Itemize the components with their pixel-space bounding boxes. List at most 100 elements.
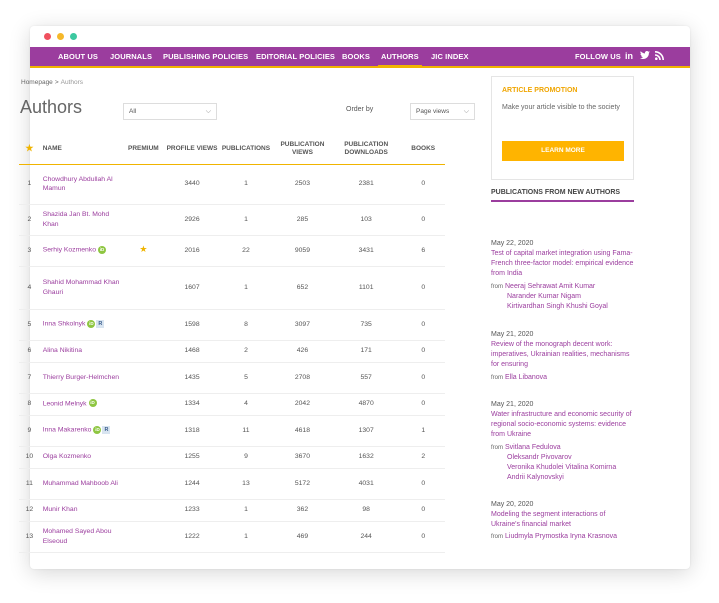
publication-downloads-cell: 1307 xyxy=(330,415,402,447)
author-name-link[interactable]: Muhammad Mahboob Ali xyxy=(43,480,118,487)
table-row[interactable]: 5 Inna Shkolnyk iD R 1598 8 3097 735 0 xyxy=(19,309,445,341)
author-name-cell[interactable]: Alina Nikitina xyxy=(39,340,121,363)
table-row[interactable]: 13 Mohamed Sayed Abou Elseoud 1222 1 469 244 0 xyxy=(19,521,445,553)
table-row[interactable]: 10 Olga Kozmenko 1255 9 3670 1632 2 xyxy=(19,446,445,469)
window-titlebar xyxy=(30,26,690,47)
researcherid-icon[interactable]: R xyxy=(102,425,111,434)
publication-author-link[interactable]: Veronika Khudolei Vitalina Komirna xyxy=(507,464,616,471)
publication-downloads-cell: 3431 xyxy=(330,235,402,267)
publication-title-link[interactable]: Water infrastructure and economic securi… xyxy=(491,410,636,441)
publication-author-link[interactable]: Kirtivardhan Singh Khushi Goyal xyxy=(507,303,608,310)
orcid-icon[interactable]: iD xyxy=(93,425,102,434)
table-row[interactable]: 9 Inna Makarenko iD R 1318 11 4618 1307 1 xyxy=(19,415,445,447)
books-header[interactable]: BOOKS xyxy=(401,135,445,165)
author-name-cell[interactable]: Shazida Jan Bt. Mohd Khan xyxy=(39,204,121,236)
nav-item-publishing-policies[interactable]: PUBLISHING POLICIES xyxy=(163,47,248,66)
orcid-icon[interactable]: iD xyxy=(98,245,106,254)
nav-item-authors[interactable]: AUTHORS xyxy=(378,47,422,67)
nav-item-jic-index[interactable]: JIC INDEX xyxy=(431,47,469,66)
table-row[interactable]: 12 Munir Khan 1233 1 362 98 0 xyxy=(19,499,445,522)
rank-cell: 13 xyxy=(19,521,40,553)
books-cell: 0 xyxy=(401,521,445,553)
name-header[interactable]: NAME xyxy=(39,135,121,165)
author-name-link[interactable]: Thierry Burger-Helmchen xyxy=(43,374,119,381)
author-name-link[interactable]: Leonid Melnyk xyxy=(43,401,87,408)
author-name-cell[interactable]: Shahid Mohammad Khan Ghauri xyxy=(39,266,121,310)
publication-author-link[interactable]: Neeraj Sehrawat Amit Kumar xyxy=(505,283,595,290)
minimize-window-icon[interactable] xyxy=(57,33,64,40)
table-row[interactable]: 6 Alina Nikitina 1468 2 426 171 0 xyxy=(19,340,445,363)
publications-cell: 2 xyxy=(217,340,274,363)
publication-downloads-header[interactable]: PUBLICATION DOWNLOADS xyxy=(330,135,402,165)
breadcrumb-home[interactable]: Homepage xyxy=(21,79,53,86)
publication-title-link[interactable]: Review of the monograph decent work: imp… xyxy=(491,340,636,371)
publication-date: May 21, 2020 xyxy=(491,401,534,408)
author-name-cell[interactable]: Leonid Melnyk iD xyxy=(39,393,121,416)
publication-author-link[interactable]: Ella Libanova xyxy=(505,374,547,381)
author-name-link[interactable]: Shazida Jan Bt. Mohd Khan xyxy=(43,211,110,228)
profile-views-cell: 1607 xyxy=(166,266,218,310)
profile-views-header[interactable]: PROFILE VIEWS xyxy=(166,135,218,165)
author-name-link[interactable]: Olga Kozmenko xyxy=(43,453,91,460)
author-name-cell[interactable]: Olga Kozmenko xyxy=(39,446,121,469)
author-name-cell[interactable]: Inna Makarenko iD R xyxy=(39,415,121,447)
author-name-cell[interactable]: Munir Khan xyxy=(39,499,121,522)
nav-item-editorial-policies[interactable]: EDITORIAL POLICIES xyxy=(256,47,335,66)
author-name-link[interactable]: Mohamed Sayed Abou Elseoud xyxy=(43,528,112,545)
rss-icon[interactable] xyxy=(655,51,664,63)
author-name-cell[interactable]: Thierry Burger-Helmchen xyxy=(39,362,121,394)
table-row[interactable]: 11 Muhammad Mahboob Ali 1244 13 5172 4031 0 xyxy=(19,468,445,500)
linkedin-icon[interactable]: in xyxy=(625,51,633,62)
table-row[interactable]: 1 Chowdhury Abdullah Al Mamun 3440 1 2503 238… xyxy=(19,164,445,205)
table-row[interactable]: 4 Shahid Mohammad Khan Ghauri 1607 1 652 1101… xyxy=(19,266,445,310)
publication-author-link[interactable]: Narander Kumar Nigam xyxy=(507,293,581,300)
author-name-link[interactable]: Inna Shkolnyk xyxy=(43,321,86,328)
author-name-link[interactable]: Shahid Mohammad Khan Ghauri xyxy=(43,279,120,296)
books-cell: 0 xyxy=(401,499,445,522)
author-name-cell[interactable]: Mohamed Sayed Abou Elseoud xyxy=(39,521,121,553)
table-row[interactable]: 7 Thierry Burger-Helmchen 1435 5 2708 557 0 xyxy=(19,362,445,394)
table-row[interactable]: 3 Serhiy Kozmenko iD ★ 2016 22 9059 3431 6 xyxy=(19,235,445,267)
publication-title-link[interactable]: Test of capital market integration using… xyxy=(491,249,636,280)
author-filter-select[interactable]: All ⌵ xyxy=(123,103,217,120)
twitter-icon[interactable] xyxy=(640,51,650,63)
table-row[interactable]: 8 Leonid Melnyk iD 1334 4 2042 4870 0 xyxy=(19,393,445,416)
author-name-cell[interactable]: Chowdhury Abdullah Al Mamun xyxy=(39,164,121,205)
publication-views-cell: 2042 xyxy=(273,393,331,416)
publication-views-cell: 9059 xyxy=(273,235,331,267)
nav-item-journals[interactable]: JOURNALS xyxy=(110,47,152,66)
books-cell: 1 xyxy=(401,415,445,447)
maximize-window-icon[interactable] xyxy=(70,33,77,40)
publication-author-link[interactable]: Liudmyla Prymostka Iryna Krasnova xyxy=(505,533,617,540)
publication-authors: from Ella Libanova xyxy=(491,373,636,383)
publication-views-cell: 285 xyxy=(273,204,331,236)
author-name-link[interactable]: Alina Nikitina xyxy=(43,347,82,354)
order-by-select[interactable]: Page views ⌵ xyxy=(410,103,475,120)
publications-header[interactable]: PUBLICATIONS xyxy=(217,135,274,165)
author-name-link[interactable]: Chowdhury Abdullah Al Mamun xyxy=(43,176,113,193)
orcid-icon[interactable]: iD xyxy=(88,399,97,408)
author-name-link[interactable]: Serhiy Kozmenko xyxy=(43,247,96,254)
orcid-icon[interactable]: iD xyxy=(87,319,96,328)
author-name-link[interactable]: Inna Makarenko xyxy=(43,427,92,434)
author-name-cell[interactable]: Serhiy Kozmenko iD xyxy=(39,235,121,267)
publication-author-link[interactable]: Oleksandr Pivovarov xyxy=(507,454,572,461)
nav-item-about-us[interactable]: ABOUT US xyxy=(58,47,98,66)
author-name-cell[interactable]: Muhammad Mahboob Ali xyxy=(39,468,121,500)
learn-more-button[interactable]: LEARN MORE xyxy=(502,141,624,161)
close-window-icon[interactable] xyxy=(44,33,51,40)
table-row[interactable]: 2 Shazida Jan Bt. Mohd Khan 2926 1 285 103 0 xyxy=(19,204,445,236)
premium-header[interactable]: PREMIUM xyxy=(120,135,167,165)
main-navigation: ABOUT US JOURNALS PUBLISHING POLICIES ED… xyxy=(30,47,690,68)
author-name-link[interactable]: Munir Khan xyxy=(43,506,78,513)
publication-views-header[interactable]: PUBLICATION VIEWS xyxy=(273,135,331,165)
order-by-value: Page views xyxy=(416,108,450,115)
publication-author-link[interactable]: Andrii Kalynovskyi xyxy=(507,474,564,481)
nav-item-books[interactable]: BOOKS xyxy=(342,47,370,66)
publication-title-link[interactable]: Modeling the segment interactions of Ukr… xyxy=(491,510,636,530)
profile-views-cell: 1244 xyxy=(166,468,218,500)
author-name-cell[interactable]: Inna Shkolnyk iD R xyxy=(39,309,121,341)
publication-author-link[interactable]: Svitlana Fedulova xyxy=(505,444,561,451)
researcherid-icon[interactable]: R xyxy=(96,319,105,328)
rank-cell: 4 xyxy=(19,266,40,310)
